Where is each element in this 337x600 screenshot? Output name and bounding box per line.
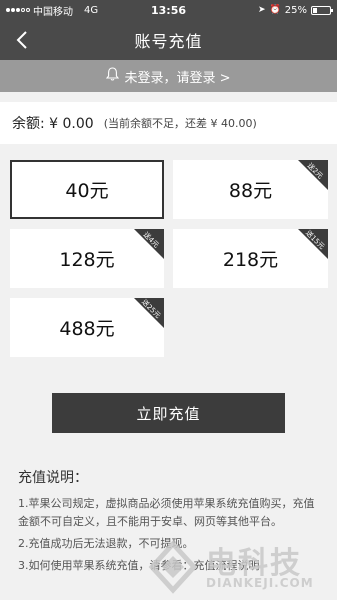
watermark-emblem-icon: [148, 540, 198, 594]
amount-label: 88元: [228, 180, 273, 202]
amount-label: 218元: [222, 249, 279, 271]
amount-label: 128元: [59, 249, 115, 271]
status-bar: 中国移动 4G 13:56 ➤ ⏰ 25%: [0, 0, 337, 20]
watermark-logo: 电科技 DIANKEJI.COM: [146, 538, 331, 596]
network-label: 4G: [84, 4, 99, 16]
battery-percent: 25%: [284, 4, 307, 16]
balance-amount: 余额: ¥ 0.00: [12, 116, 94, 132]
amount-label: 488元: [59, 318, 115, 340]
carrier-label: 中国移动: [33, 6, 73, 18]
balance-row: 余额: ¥ 0.00 (当前余额不足，还差 ¥ 40.00): [0, 102, 337, 144]
login-prompt: 未登录，请登录 >: [124, 70, 231, 86]
recharge-now-button[interactable]: 立即充值: [52, 393, 285, 433]
chevron-left-icon[interactable]: [10, 26, 34, 54]
location-icon: ➤: [258, 5, 266, 15]
instructions-heading: 充值说明：: [18, 470, 88, 486]
amount-option-40[interactable]: 40元: [10, 160, 164, 219]
bell-icon: [106, 67, 120, 85]
amount-option-128[interactable]: 128元 送4元: [10, 229, 164, 288]
watermark-subtext: DIANKEJI.COM: [206, 576, 314, 590]
alarm-icon: ⏰: [269, 5, 281, 15]
instruction-item: 1.苹果公司规定，虚拟商品必须使用苹果系统充值购买，充值金额不可自定义，且不能用…: [18, 497, 315, 528]
signal-icon: [6, 8, 30, 12]
amount-option-488[interactable]: 488元 送25元: [10, 298, 164, 357]
amount-option-88[interactable]: 88元 送2元: [173, 160, 328, 219]
page-title: 账号充值: [134, 32, 203, 51]
amount-label: 40元: [65, 180, 109, 202]
nav-bar: 账号充值: [0, 20, 337, 60]
login-banner[interactable]: 未登录，请登录 >: [0, 60, 337, 92]
amount-option-218[interactable]: 218元 送15元: [173, 229, 328, 288]
battery-icon: [311, 5, 333, 15]
balance-shortfall-note: (当前余额不足，还差 ¥ 40.00): [103, 117, 257, 130]
